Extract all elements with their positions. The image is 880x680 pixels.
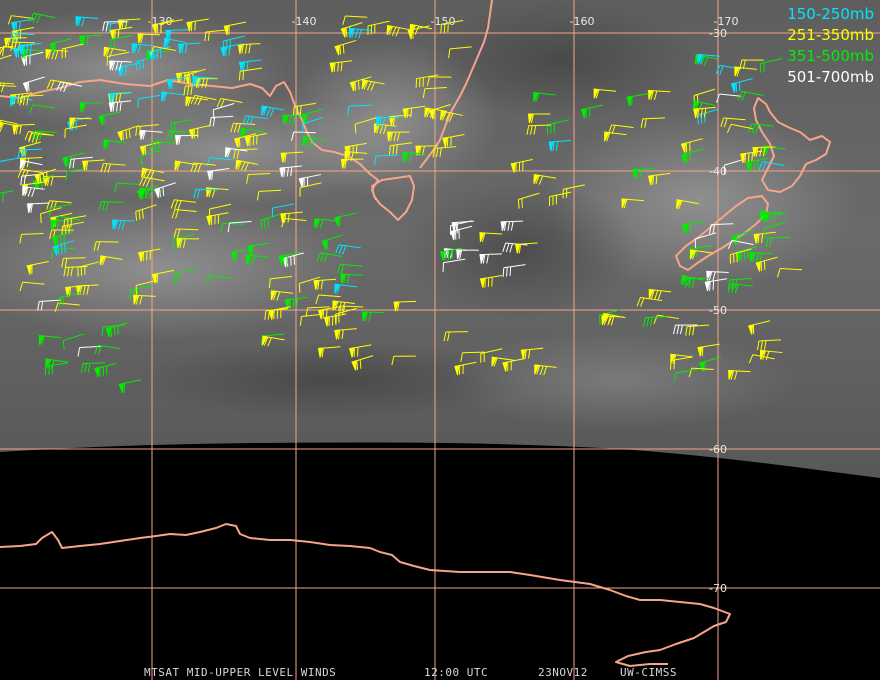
latitude-label: -70 — [709, 582, 727, 595]
legend-item-501-700mb: 501-700mb — [787, 68, 874, 86]
caption-date: 23NOV12 — [538, 666, 588, 679]
caption-source: UW-CIMSS — [620, 666, 677, 679]
satellite-imagery — [0, 0, 880, 478]
legend-item-351-500mb: 351-500mb — [787, 47, 874, 65]
caption-product: MTSAT MID-UPPER LEVEL WINDS — [144, 666, 337, 679]
latitude-label: -30 — [709, 27, 727, 40]
caption-time: 12:00 UTC — [424, 666, 489, 679]
legend-item-251-350mb: 251-350mb — [787, 26, 874, 44]
longitude-label: -140 — [292, 15, 317, 28]
caption-bar: MTSAT MID-UPPER LEVEL WINDS 12:00 UTC 23… — [0, 614, 880, 679]
longitude-label: -150 — [431, 15, 456, 28]
legend-item-150-250mb: 150-250mb — [787, 5, 874, 23]
pressure-legend: 150-250mb 251-350mb 351-500mb 501-700mb — [787, 4, 874, 88]
wind-map: -130 -140 -150 -160 -170-30-40-50-60-70 — [0, 0, 880, 680]
latitude-label: -60 — [709, 443, 727, 456]
latitude-label: -50 — [709, 304, 727, 317]
longitude-label: -160 — [570, 15, 595, 28]
